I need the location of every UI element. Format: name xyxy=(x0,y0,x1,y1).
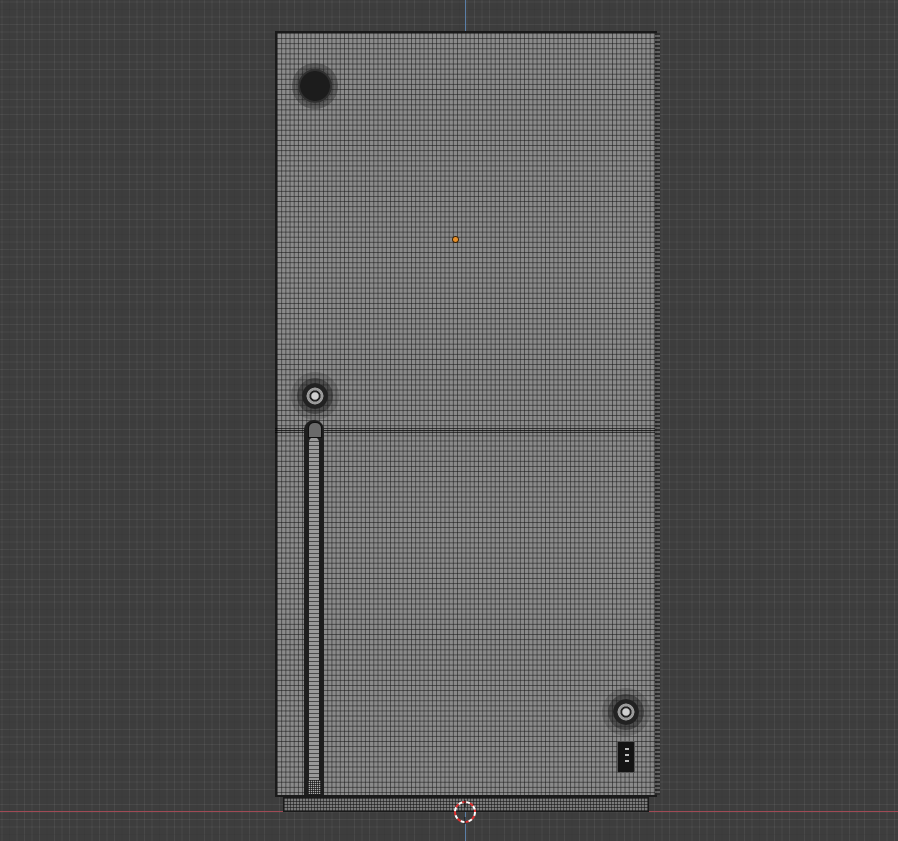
object-origin-icon[interactable] xyxy=(453,237,458,242)
mesh-circular-hole xyxy=(296,67,334,105)
mesh-slot-cap xyxy=(308,422,322,438)
port-pin xyxy=(625,754,629,756)
mesh-slot-foot xyxy=(308,780,321,794)
mesh-edge-loop-seam xyxy=(275,428,657,434)
mesh-vent-ring-lower xyxy=(613,699,639,725)
port-pin xyxy=(625,760,629,762)
mesh-object-body[interactable] xyxy=(275,31,657,797)
mesh-slot-inner xyxy=(309,437,319,792)
mesh-vent-ring-upper xyxy=(302,383,328,409)
mesh-port-cutout xyxy=(617,741,635,773)
port-pin xyxy=(625,748,629,750)
mesh-side-edge xyxy=(655,33,660,795)
3d-viewport[interactable] xyxy=(0,0,898,841)
3d-cursor-icon[interactable] xyxy=(453,800,477,824)
